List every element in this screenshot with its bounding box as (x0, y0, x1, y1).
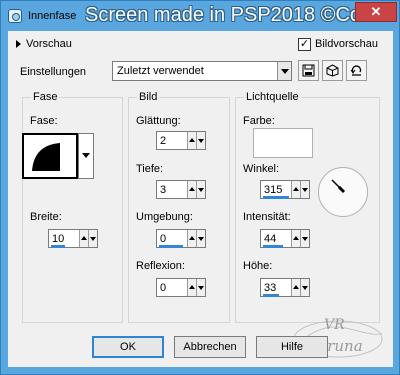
spin-up-icon[interactable] (188, 132, 197, 149)
reflection-spinner[interactable]: 0 (156, 278, 206, 297)
dialog-body: Vorschau ✓ Bildvorschau Einstellungen Zu… (8, 31, 393, 367)
intensity-spinner-buttons (291, 230, 309, 247)
spin-up-icon[interactable] (188, 181, 197, 198)
overlay-caption: Screen made in PSP2018 ©Corel (85, 4, 384, 26)
spin-up-icon[interactable] (292, 230, 301, 247)
angle-value: 315 (264, 184, 283, 196)
light-group-title: Lichtquelle (244, 91, 301, 103)
angle-label: Winkel: (243, 163, 280, 175)
angle-spinner-buttons (291, 181, 309, 198)
smoothing-label: Glättung: (136, 115, 181, 127)
spin-up-icon[interactable] (80, 230, 89, 247)
intensity-level-bar (263, 245, 283, 248)
angle-dial[interactable] (318, 167, 368, 217)
spin-down-icon[interactable] (89, 230, 97, 247)
smoothing-spinner[interactable]: 2 (156, 131, 206, 150)
ambience-level-bar (159, 245, 183, 248)
spin-up-icon[interactable] (188, 279, 197, 296)
color-label: Farbe: (243, 115, 275, 127)
fase-group: Fase (22, 91, 123, 323)
spin-down-icon[interactable] (197, 181, 205, 198)
preview-row: Vorschau ✓ Bildvorschau (8, 37, 393, 53)
angle-level-bar (263, 196, 289, 199)
bevel-shape-icon (32, 143, 60, 171)
spin-down-icon[interactable] (301, 230, 309, 247)
ambience-spinner-buttons (187, 230, 205, 247)
preview-toggle-label[interactable]: Vorschau (26, 38, 72, 50)
smoothing-spinner-buttons (187, 132, 205, 149)
fase-label: Fase: (30, 115, 58, 127)
bild-group-title: Bild (137, 91, 160, 103)
image-preview-checkbox[interactable]: ✓ (298, 38, 311, 51)
ok-button[interactable]: OK (92, 336, 164, 358)
width-spinner[interactable]: 10 (48, 229, 98, 248)
intensity-spinner[interactable]: 44 (260, 229, 310, 248)
settings-dropdown-value: Zuletzt verwendet (117, 65, 204, 77)
cube-icon (326, 64, 339, 77)
settings-dropdown[interactable]: Zuletzt verwendet (112, 61, 292, 81)
height-value: 33 (264, 282, 277, 294)
save-preset-button[interactable] (298, 60, 319, 81)
fase-preview[interactable] (22, 133, 78, 179)
close-button[interactable]: ✕ (355, 2, 397, 22)
width-value: 10 (52, 233, 65, 245)
angle-needle-icon (331, 179, 346, 194)
height-level-bar (263, 294, 279, 297)
ambience-value: 0 (160, 233, 167, 245)
save-icon (302, 64, 315, 77)
width-level-bar (51, 245, 65, 248)
width-spinner-buttons (79, 230, 97, 247)
ambience-label: Umgebung: (136, 211, 193, 223)
reset-icon (350, 65, 362, 76)
chevron-down-icon[interactable] (277, 62, 291, 80)
spin-down-icon[interactable] (197, 279, 205, 296)
intensity-label: Intensität: (243, 211, 291, 223)
help-button[interactable]: Hilfe (256, 336, 328, 358)
angle-spinner[interactable]: 315 (260, 180, 310, 199)
dialog-window: Innenfase Screen made in PSP2018 ©Corel … (0, 0, 400, 375)
light-color-swatch[interactable] (253, 128, 313, 158)
spin-up-icon[interactable] (292, 279, 301, 296)
resource-manager-button[interactable] (322, 60, 343, 81)
reflection-label: Reflexion: (136, 260, 185, 272)
height-spinner-buttons (291, 279, 309, 296)
spin-down-icon[interactable] (197, 132, 205, 149)
cancel-button[interactable]: Abbrechen (174, 336, 246, 358)
spin-up-icon[interactable] (292, 181, 301, 198)
reflection-spinner-buttons (187, 279, 205, 296)
reset-button[interactable] (346, 60, 367, 81)
reflection-value: 0 (160, 282, 167, 294)
spin-up-icon[interactable] (188, 230, 197, 247)
image-preview-label: Bildvorschau (315, 38, 378, 50)
watermark-line1: VR (324, 317, 345, 333)
title-bar: Innenfase Screen made in PSP2018 ©Corel … (1, 1, 399, 31)
depth-spinner-buttons (187, 181, 205, 198)
width-label: Breite: (30, 211, 62, 223)
spin-down-icon[interactable] (301, 181, 309, 198)
window-title: Innenfase (28, 10, 77, 22)
intensity-value: 44 (264, 233, 277, 245)
spin-down-icon[interactable] (301, 279, 309, 296)
expand-preview-icon[interactable] (16, 40, 21, 48)
smoothing-value: 2 (160, 135, 167, 147)
ambience-spinner[interactable]: 0 (156, 229, 206, 248)
depth-label: Tiefe: (136, 163, 164, 175)
depth-spinner[interactable]: 3 (156, 180, 206, 199)
height-spinner[interactable]: 33 (260, 278, 310, 297)
app-icon (8, 9, 22, 23)
depth-value: 3 (160, 184, 167, 196)
spin-down-icon[interactable] (197, 230, 205, 247)
fase-group-title: Fase (31, 91, 60, 103)
fase-dropdown-button[interactable] (78, 133, 94, 179)
height-label: Höhe: (243, 260, 273, 272)
settings-label: Einstellungen (20, 66, 87, 78)
